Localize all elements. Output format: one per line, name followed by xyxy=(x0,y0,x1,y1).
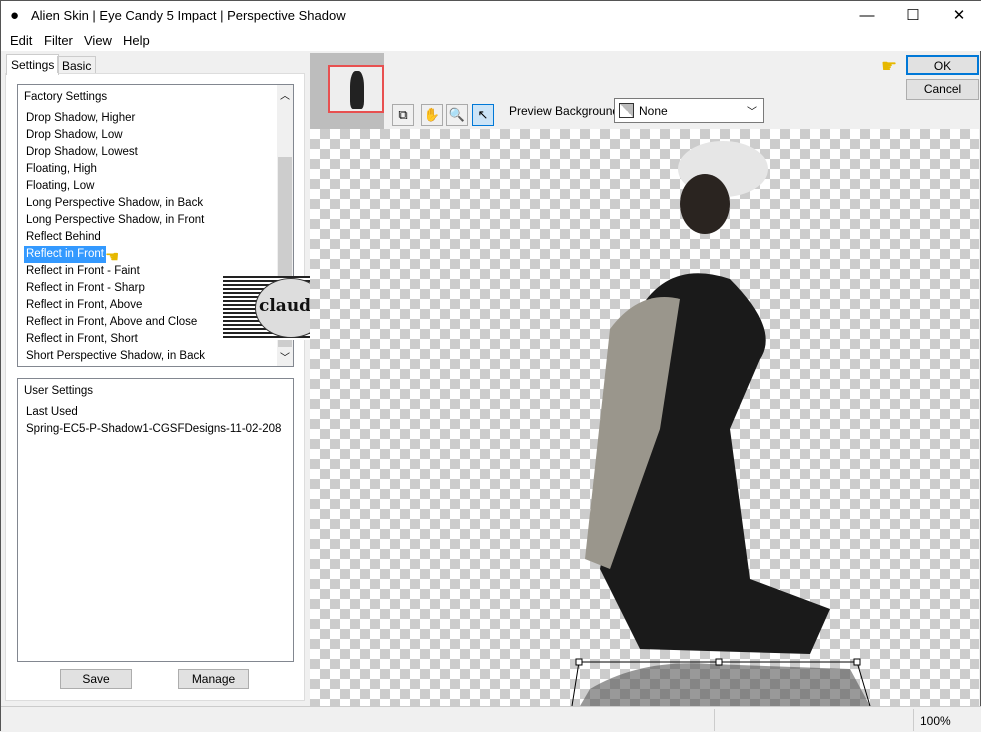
list-item[interactable]: Drop Shadow, Low xyxy=(24,127,125,144)
pointing-hand-icon: ☚ xyxy=(105,249,120,266)
scroll-down-icon[interactable]: ﹀ xyxy=(280,349,290,364)
scroll-up-icon[interactable]: ︿ xyxy=(280,87,290,102)
factory-settings-header: Factory Settings xyxy=(24,91,108,103)
navigator-thumbnail[interactable] xyxy=(310,53,384,129)
list-item[interactable]: Long Perspective Shadow, in Front xyxy=(24,212,206,229)
compare-icon: ⧉ xyxy=(398,107,408,122)
user-settings-list[interactable]: User Settings Last Used Spring-EC5-P-Sha… xyxy=(17,378,294,662)
list-item[interactable]: Last Used xyxy=(24,404,80,421)
reflection-shadow xyxy=(580,663,870,706)
menu-edit[interactable]: Edit xyxy=(10,33,32,48)
preview-canvas[interactable] xyxy=(310,129,979,706)
minimize-button[interactable]: — xyxy=(844,1,890,31)
cancel-button[interactable]: Cancel xyxy=(906,79,979,100)
list-item[interactable]: Short Perspective Shadow, in Back xyxy=(24,348,207,365)
status-bar: 100% xyxy=(1,706,981,732)
preview-background-dropdown[interactable]: None ﹀ xyxy=(614,98,764,123)
hand-icon: ✋ xyxy=(423,107,441,122)
manage-button[interactable]: Manage xyxy=(178,669,249,689)
list-item[interactable]: Reflect in Front - Sharp xyxy=(24,280,147,297)
head xyxy=(680,174,730,234)
list-item[interactable]: Reflect Behind xyxy=(24,229,103,246)
zoom-level: 100% xyxy=(920,714,951,728)
pointing-hand-icon: ☛ xyxy=(881,56,898,76)
chevron-down-icon: ﹀ xyxy=(747,107,757,118)
list-item[interactable]: Long Perspective Shadow, in Back xyxy=(24,195,205,212)
list-item[interactable]: Reflect in Front, Above xyxy=(24,297,144,314)
list-item[interactable]: Floating, High xyxy=(24,161,99,178)
window-title: Alien Skin | Eye Candy 5 Impact | Perspe… xyxy=(31,8,346,23)
list-item[interactable]: Reflect in Front xyxy=(24,246,106,263)
close-button[interactable]: ✕ xyxy=(936,1,981,31)
preview-compare-tool[interactable]: ⧉ xyxy=(392,104,414,126)
ok-button[interactable]: OK xyxy=(906,55,979,75)
preview-background-label: Preview Background: xyxy=(509,104,623,118)
tab-basic[interactable]: Basic xyxy=(57,56,97,73)
dropdown-value: None xyxy=(639,104,668,118)
menu-filter[interactable]: Filter xyxy=(44,33,73,48)
title-bar: ● Alien Skin | Eye Candy 5 Impact | Pers… xyxy=(1,1,981,31)
swatch-icon xyxy=(619,103,634,118)
arrow-pointer-icon: ↖ xyxy=(477,107,489,122)
list-item[interactable]: Reflect in Front, Above and Close xyxy=(24,314,199,331)
list-item[interactable]: Drop Shadow, Higher xyxy=(24,110,137,127)
menu-view[interactable]: View xyxy=(84,33,112,48)
list-item[interactable]: Floating, Low xyxy=(24,178,96,195)
list-item[interactable]: Reflect in Front, Short xyxy=(24,331,140,348)
hand-tool[interactable]: ✋ xyxy=(421,104,443,126)
list-item[interactable]: Drop Shadow, Lowest xyxy=(24,144,140,161)
list-item[interactable]: Reflect in Front - Faint xyxy=(24,263,142,280)
menu-help[interactable]: Help xyxy=(123,33,150,48)
list-item[interactable]: Spring-EC5-P-Shadow1-CGSFDesigns-11-02-2… xyxy=(24,421,283,438)
maximize-button[interactable]: ☐ xyxy=(890,1,936,31)
zoom-tool[interactable]: 🔍 xyxy=(446,104,468,126)
view-rectangle[interactable] xyxy=(328,65,384,113)
save-button[interactable]: Save xyxy=(60,669,132,689)
user-settings-header: User Settings xyxy=(24,385,94,397)
magnifier-icon: 🔍 xyxy=(448,107,466,122)
preview-image xyxy=(571,141,871,706)
app-icon: ● xyxy=(10,7,20,24)
pointer-tool[interactable]: ↖ xyxy=(472,104,494,126)
tab-settings[interactable]: Settings xyxy=(6,54,60,75)
menu-bar: Edit Filter View Help xyxy=(1,31,981,51)
